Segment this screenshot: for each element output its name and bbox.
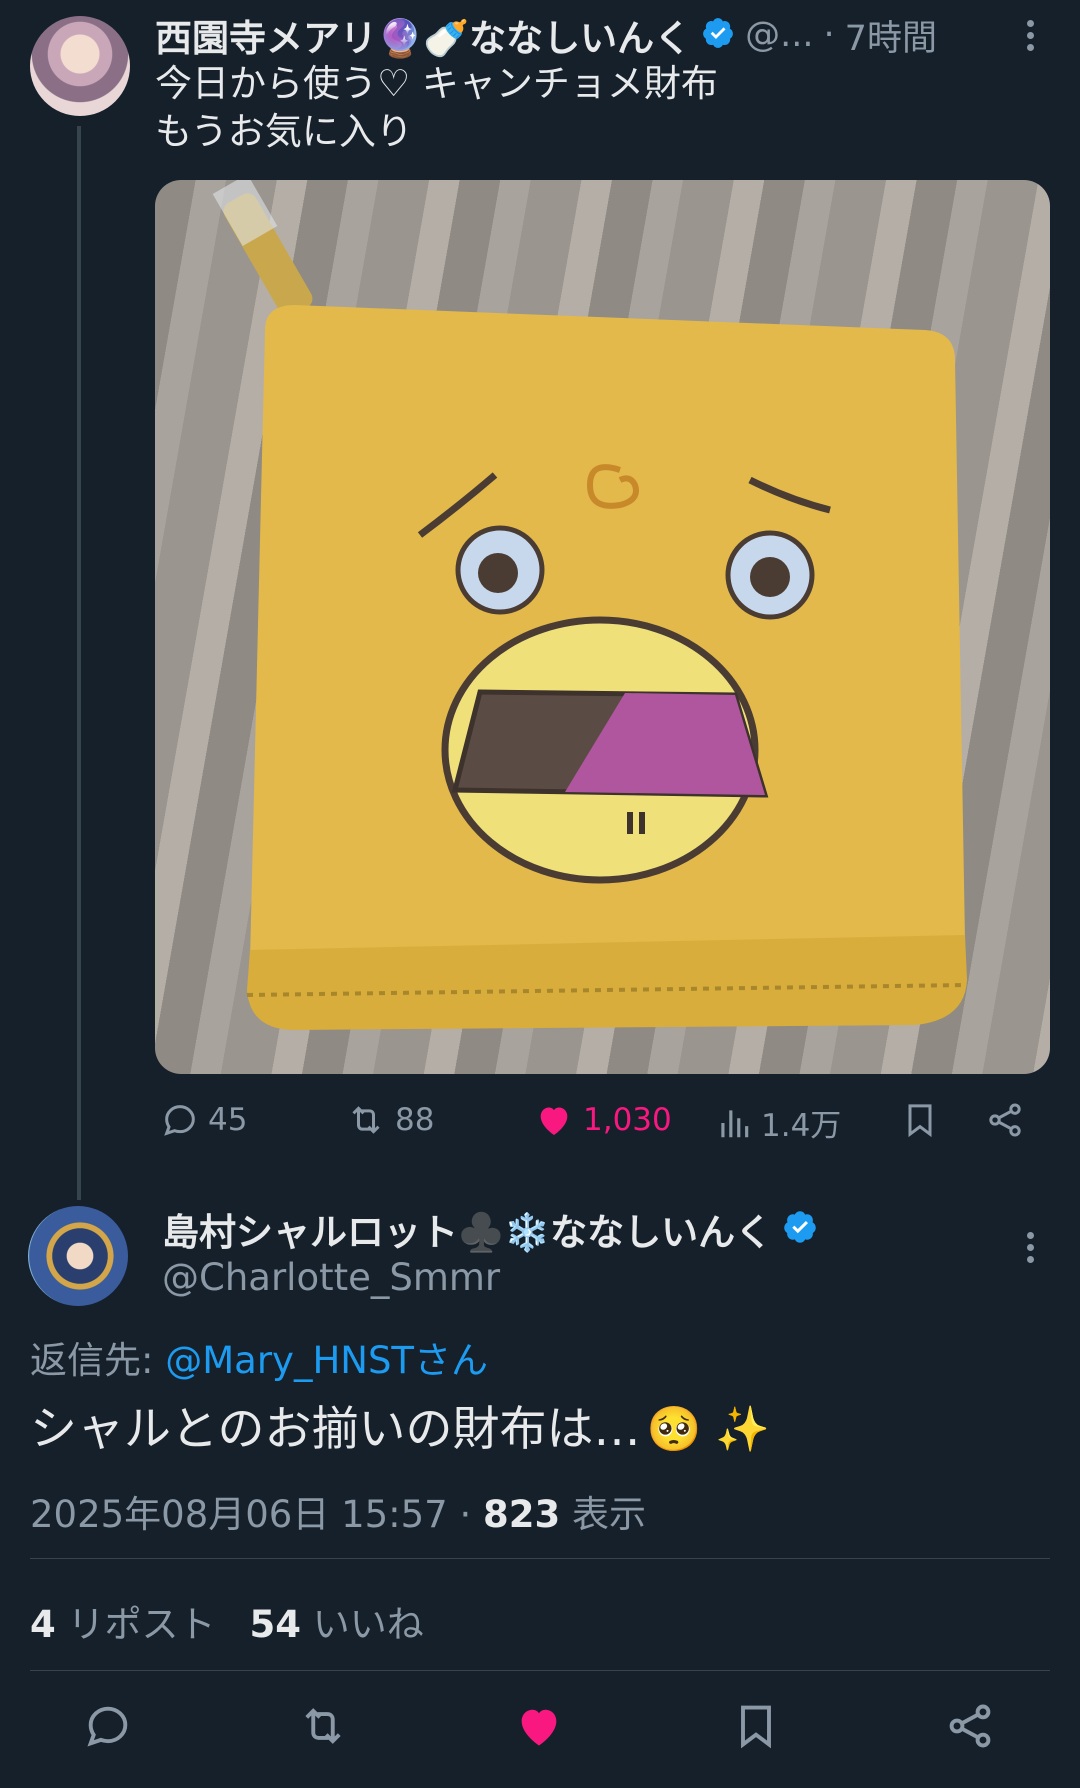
more-icon[interactable] [1027, 20, 1035, 56]
like-label[interactable]: いいね [301, 1603, 424, 1646]
bookmark-button[interactable] [730, 1700, 782, 1756]
thread-line [77, 126, 81, 1200]
tweet2-timestamp[interactable]: 2025年08月06日 15:57 [30, 1493, 448, 1536]
retweet-button[interactable]: 88 [345, 1100, 434, 1140]
views-count: 1.4万 [761, 1108, 842, 1144]
share-button[interactable] [944, 1700, 996, 1756]
tweet2-display-name[interactable]: 島村シャルロット♣️❄️ななしいんく [162, 1202, 772, 1256]
tweet2-stats: 4 リポスト 54 いいね [30, 1594, 424, 1648]
retweet-button[interactable] [296, 1700, 350, 1756]
tweet2-action-bar [0, 1700, 1080, 1760]
retweet-count: 88 [395, 1102, 435, 1138]
reply-button[interactable] [82, 1700, 134, 1756]
tweet1-action-bar: 45 88 1,030 1.4万 [155, 1100, 1050, 1150]
tweet1-media-image[interactable] [155, 180, 1050, 1074]
bookmark-icon [908, 1104, 932, 1138]
tweet1-handle[interactable]: @... [745, 15, 813, 55]
divider [30, 1670, 1050, 1671]
heart-icon [540, 1107, 568, 1135]
reply-icon [164, 1105, 195, 1136]
verified-icon [782, 1209, 818, 1249]
verified-icon [701, 16, 735, 54]
tweet2-text-row: シャルとのお揃いの財布は… 🥺 ✨ [30, 1398, 770, 1462]
tweet1-dot: · [823, 15, 835, 55]
reply-icon [87, 1706, 128, 1747]
meta-dot: · [447, 1493, 484, 1536]
share-icon [949, 1704, 991, 1748]
retweet-icon [305, 1708, 341, 1744]
like-button[interactable]: 1,030 [533, 1100, 672, 1140]
bookmark-button[interactable] [900, 1100, 940, 1140]
like-count-2[interactable]: 54 [250, 1603, 302, 1646]
like-count: 1,030 [583, 1102, 672, 1138]
reply-to-line: 返信先: @Mary_HNSTさん [30, 1330, 488, 1384]
divider [30, 1558, 1050, 1559]
repost-label[interactable]: リポスト [56, 1603, 216, 1646]
tweet1-header: 西園寺メアリ🔮🍼ななしいんく @... · 7時間 [155, 10, 937, 60]
avatar-charlotte[interactable] [28, 1206, 128, 1306]
tweet2-handle[interactable]: @Charlotte_Smmr [162, 1256, 500, 1299]
tweet1-time[interactable]: 7時間 [845, 10, 937, 61]
heart-icon [521, 1709, 557, 1746]
reply-button[interactable]: 45 [160, 1100, 247, 1140]
views-button[interactable]: 1.4万 [715, 1100, 841, 1145]
avatar-mary[interactable] [30, 16, 130, 116]
tweet2-views: 823 [483, 1493, 561, 1536]
tweet1-text: 今日から使う♡ キャンチョメ財布 もうお気に入り [155, 62, 718, 153]
reply-count: 45 [208, 1102, 248, 1138]
reply-to-label: 返信先: [30, 1339, 166, 1382]
tweet2-meta: 2025年08月06日 15:57 · 823 表示 [30, 1484, 646, 1538]
share-button[interactable] [985, 1100, 1025, 1140]
bookmark-icon [741, 1705, 771, 1749]
tweet2-header: 島村シャルロット♣️❄️ななしいんく [162, 1202, 818, 1256]
tweet2-text: シャルとのお揃いの財布は… [30, 1402, 641, 1457]
tweet2-emoji: 🥺 ✨ [646, 1404, 771, 1455]
reply-to-link[interactable]: @Mary_HNSTさん [165, 1339, 488, 1382]
repost-count[interactable]: 4 [30, 1603, 56, 1646]
more-icon[interactable] [1027, 1232, 1035, 1268]
retweet-icon [352, 1106, 380, 1134]
views-icon [721, 1109, 749, 1137]
views-label: 表示 [560, 1493, 647, 1536]
tweet1-display-name[interactable]: 西園寺メアリ🔮🍼ななしいんく [155, 8, 691, 62]
share-icon [989, 1103, 1021, 1137]
like-button[interactable] [512, 1700, 566, 1756]
